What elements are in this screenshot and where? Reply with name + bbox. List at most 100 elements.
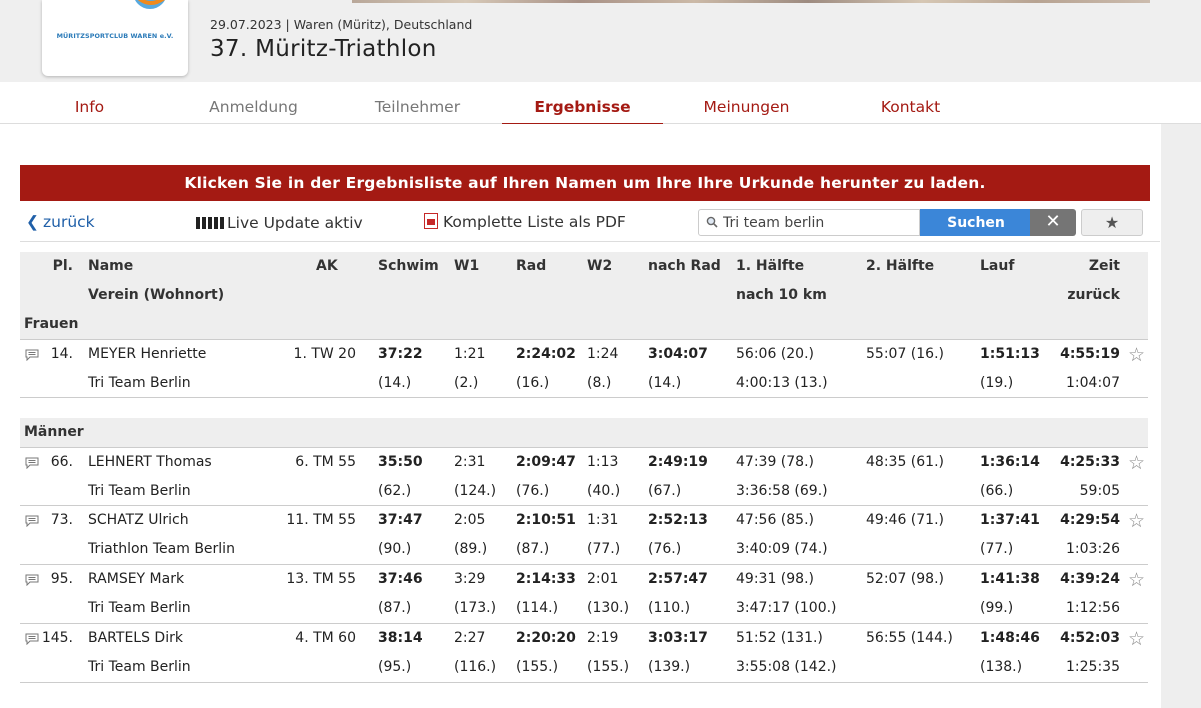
cell-w2-rank: (77.) (587, 541, 621, 557)
search-input[interactable] (723, 213, 913, 233)
search-box (698, 209, 920, 236)
search-button[interactable]: Suchen (920, 209, 1032, 236)
cell-swim: 38:14 (378, 630, 423, 646)
cell-swim-rank: (90.) (378, 541, 412, 557)
col-half2: 2. Hälfte (866, 258, 935, 274)
clear-search-button[interactable]: ✕ (1030, 209, 1076, 236)
cell-behind: 1:03:26 (1066, 541, 1120, 557)
cell-half1: 51:52 (131.) (736, 630, 823, 646)
tab-kontakt[interactable]: Kontakt (830, 82, 991, 124)
cell-w2-rank: (40.) (587, 483, 621, 499)
cell-club: Triathlon Team Berlin (88, 541, 235, 557)
cell-behind: 1:04:07 (1066, 375, 1120, 391)
cell-run-rank: (138.) (980, 659, 1023, 675)
cell-after-bike-rank: (67.) (648, 483, 682, 499)
star-icon[interactable]: ☆ (1128, 570, 1145, 590)
cell-bike: 2:10:51 (516, 512, 576, 528)
table-row[interactable]: 66. LEHNERT Thomas Tri Team Berlin 6. TM 55… (20, 447, 1148, 506)
cell-run-rank: (99.) (980, 600, 1014, 616)
cell-half2: 48:35 (61.) (866, 454, 944, 470)
tab-teilnehmer[interactable]: Teilnehmer (337, 82, 498, 124)
cell-ak: 13. TM 55 (286, 571, 356, 587)
cell-w1: 1:21 (454, 346, 486, 362)
col-place: Pl. (52, 258, 73, 274)
results-table: Pl. Name Verein (Wohnort) AK Schwim W1 R… (20, 252, 1148, 683)
cell-w1-rank: (89.) (454, 541, 488, 557)
table-row[interactable]: 14. MEYER Henriette Tri Team Berlin 1. TW 2… (20, 339, 1148, 398)
page-header: MÜRITZSPORTCLUB WAREN e.V. 29.07.2023 | … (0, 0, 1201, 82)
col-ak: AK (316, 258, 338, 274)
cell-bike: 2:20:20 (516, 630, 576, 646)
star-icon[interactable]: ☆ (1128, 453, 1145, 473)
star-icon[interactable]: ☆ (1128, 511, 1145, 531)
col-after-bike: nach Rad (648, 258, 721, 274)
cell-swim-rank: (14.) (378, 375, 412, 391)
table-row[interactable]: 95. RAMSEY Mark Tri Team Berlin 13. TM 55 37… (20, 565, 1148, 624)
pdf-label: Komplette Liste als PDF (443, 213, 626, 231)
cell-name[interactable]: SCHATZ Ulrich (88, 512, 189, 528)
cell-half2: 56:55 (144.) (866, 630, 953, 646)
cell-run-rank: (19.) (980, 375, 1014, 391)
cell-w1-rank: (116.) (454, 659, 497, 675)
cell-club: Tri Team Berlin (88, 375, 191, 391)
cell-w2: 1:24 (587, 346, 619, 362)
cell-swim-rank: (87.) (378, 600, 412, 616)
group-header: Männer (20, 418, 1148, 447)
cell-place: 95. (50, 571, 73, 587)
cell-name[interactable]: LEHNERT Thomas (88, 454, 212, 470)
cell-half2: 55:07 (16.) (866, 346, 944, 362)
cell-after-bike-rank: (110.) (648, 600, 691, 616)
favorites-button[interactable]: ★ (1081, 209, 1143, 236)
cell-swim: 37:47 (378, 512, 423, 528)
star-icon[interactable]: ☆ (1128, 629, 1145, 649)
search-icon (706, 216, 718, 228)
results-toolbar: ❮ zurück Live Update aktiv Komplette List… (20, 206, 1160, 242)
certificate-info-banner: Klicken Sie in der Ergebnisliste auf Ihr… (20, 165, 1150, 201)
cell-w1: 2:27 (454, 630, 486, 646)
cell-w2: 1:13 (587, 454, 619, 470)
cell-swim-rank: (62.) (378, 483, 412, 499)
cell-bike: 2:24:02 (516, 346, 576, 362)
cell-after-bike: 3:04:07 (648, 346, 708, 362)
cell-w1-rank: (173.) (454, 600, 497, 616)
club-logo-text: MÜRITZSPORTCLUB WAREN e.V. (56, 32, 174, 40)
cell-club: Tri Team Berlin (88, 659, 191, 675)
cell-bike: 2:09:47 (516, 454, 576, 470)
cell-half1: 49:31 (98.) (736, 571, 814, 587)
cell-bike-rank: (114.) (516, 600, 559, 616)
cell-bike-rank: (155.) (516, 659, 559, 675)
cell-w1-rank: (2.) (454, 375, 479, 391)
cell-after-bike: 2:49:19 (648, 454, 708, 470)
table-row[interactable]: 73. SCHATZ Ulrich Triathlon Team Berlin 11.… (20, 506, 1148, 565)
cell-behind: 1:12:56 (1066, 600, 1120, 616)
cell-time: 4:29:54 (1060, 512, 1120, 528)
tab-meinungen[interactable]: Meinungen (666, 82, 827, 124)
event-date-location: 29.07.2023 | Waren (Müritz), Deutschland (210, 17, 473, 32)
star-icon[interactable]: ☆ (1128, 345, 1145, 365)
back-link[interactable]: ❮ zurück (26, 213, 95, 231)
pdf-download-link[interactable]: Komplette Liste als PDF (424, 213, 626, 231)
cell-w1-rank: (124.) (454, 483, 497, 499)
cell-half1-sub: 3:40:09 (74.) (736, 541, 828, 557)
cell-time: 4:39:24 (1060, 571, 1120, 587)
tab-info[interactable]: Info (9, 82, 170, 124)
cell-half1-sub: 3:36:58 (69.) (736, 483, 828, 499)
cell-name[interactable]: RAMSEY Mark (88, 571, 184, 587)
cell-run: 1:51:13 (980, 346, 1040, 362)
results-panel: Klicken Sie in der Ergebnisliste auf Ihr… (0, 124, 1161, 708)
cell-bike-rank: (16.) (516, 375, 550, 391)
cell-time: 4:55:19 (1060, 346, 1120, 362)
col-run: Lauf (980, 258, 1015, 274)
tab-anmeldung[interactable]: Anmeldung (173, 82, 334, 124)
col-time: Zeit (1088, 258, 1120, 274)
cell-run: 1:48:46 (980, 630, 1040, 646)
cell-name[interactable]: BARTELS Dirk (88, 630, 183, 646)
chevron-left-icon: ❮ (26, 213, 39, 231)
col-bike: Rad (516, 258, 547, 274)
cell-behind: 1:25:35 (1066, 659, 1120, 675)
cell-name[interactable]: MEYER Henriette (88, 346, 206, 362)
live-update-indicator[interactable]: Live Update aktiv (196, 214, 363, 232)
club-logo[interactable]: MÜRITZSPORTCLUB WAREN e.V. (42, 0, 188, 76)
table-row[interactable]: 145. BARTELS Dirk Tri Team Berlin 4. TM 60 3… (20, 624, 1148, 683)
tab-ergebnisse[interactable]: Ergebnisse (502, 82, 663, 125)
